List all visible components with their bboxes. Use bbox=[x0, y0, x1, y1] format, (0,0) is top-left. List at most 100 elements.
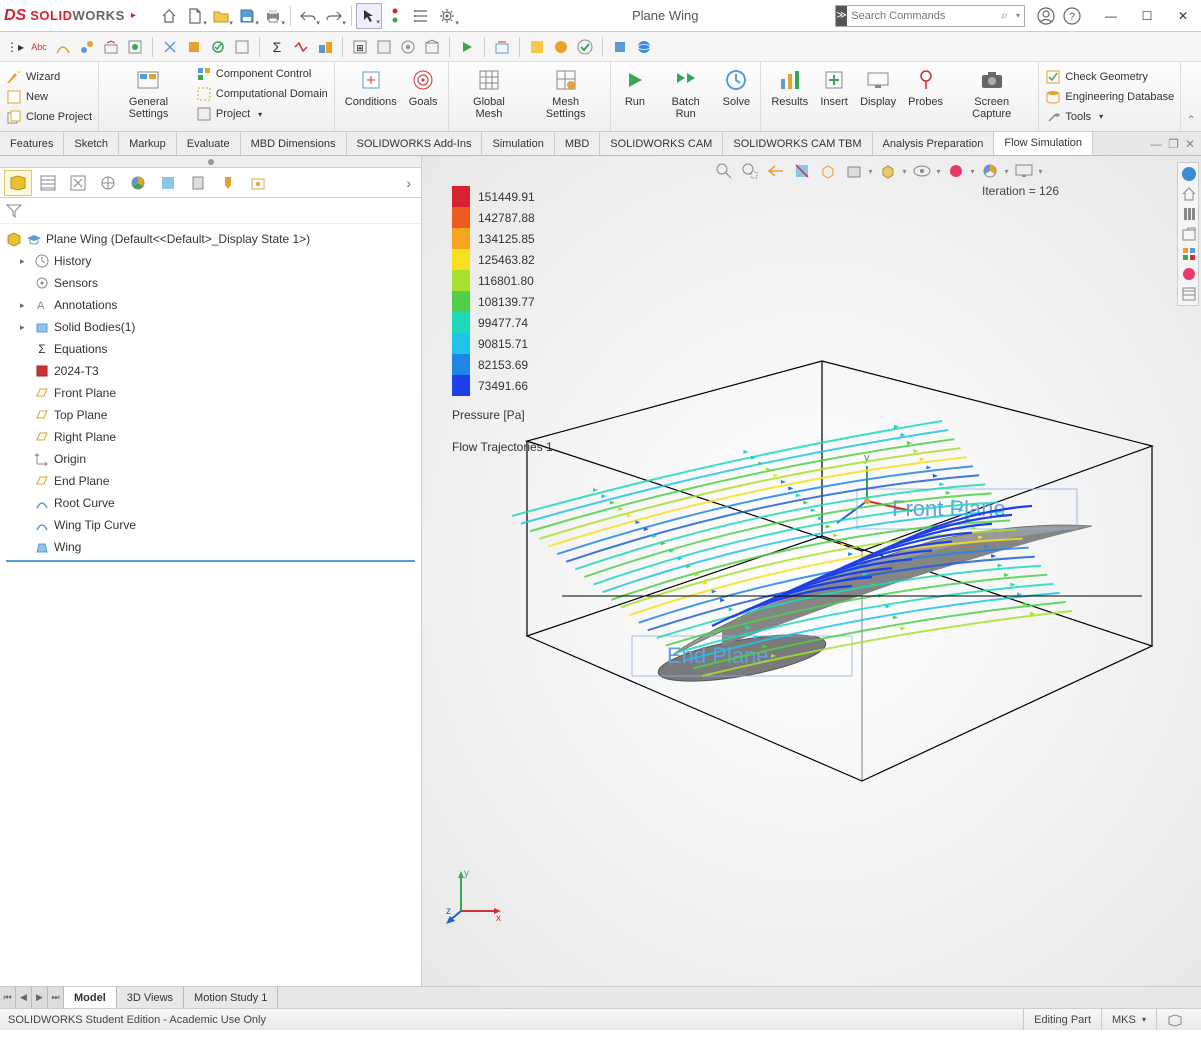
qt-icon[interactable] bbox=[491, 36, 513, 58]
qt-icon[interactable] bbox=[76, 36, 98, 58]
clone-project-button[interactable]: Clone Project bbox=[6, 107, 92, 127]
maximize-button[interactable]: ☐ bbox=[1133, 3, 1161, 29]
library-icon[interactable] bbox=[1180, 205, 1198, 223]
results-button[interactable]: Results bbox=[767, 64, 812, 110]
qt-icon[interactable] bbox=[124, 36, 146, 58]
gear-icon[interactable] bbox=[434, 3, 460, 29]
new-button[interactable]: New bbox=[6, 87, 92, 107]
tree-tabs-overflow-icon[interactable]: › bbox=[400, 175, 417, 191]
user-icon[interactable] bbox=[1033, 3, 1059, 29]
zoom-area-icon[interactable] bbox=[738, 160, 760, 182]
tree-tab-feature-icon[interactable] bbox=[4, 170, 32, 196]
tab-cam-tbm[interactable]: SOLIDWORKS CAM TBM bbox=[723, 132, 872, 155]
qt-icon[interactable] bbox=[159, 36, 181, 58]
graphics-viewport[interactable]: ▾ ▾ ▾ ▾ ▾ ▾ Iteration = 126 151449.91142… bbox=[422, 156, 1201, 986]
global-mesh-button[interactable]: Global Mesh bbox=[455, 64, 524, 122]
tree-tab-icon[interactable] bbox=[154, 170, 182, 196]
doc-close-icon[interactable]: ✕ bbox=[1185, 137, 1195, 151]
display-button[interactable]: Display bbox=[856, 64, 900, 110]
search-dropdown-icon[interactable]: ▾ bbox=[1012, 11, 1024, 20]
component-control-button[interactable]: Component Control bbox=[196, 64, 328, 84]
undo-icon[interactable] bbox=[295, 3, 321, 29]
open-file-icon[interactable] bbox=[208, 3, 234, 29]
hide-show-icon[interactable] bbox=[876, 160, 898, 182]
search-box[interactable]: ≫ ⌕ ▾ bbox=[835, 5, 1025, 27]
new-file-icon[interactable] bbox=[182, 3, 208, 29]
tree-item-top-plane[interactable]: Top Plane bbox=[2, 404, 419, 426]
tab-evaluate[interactable]: Evaluate bbox=[177, 132, 241, 155]
solve-button[interactable]: Solve bbox=[718, 64, 754, 110]
close-button[interactable]: ✕ bbox=[1169, 3, 1197, 29]
screen-capture-button[interactable]: Screen Capture bbox=[951, 64, 1032, 122]
bottom-tab-model[interactable]: Model bbox=[64, 987, 117, 1008]
tree-tab-property-icon[interactable] bbox=[34, 170, 62, 196]
tree-item-wing-tip-curve[interactable]: Wing Tip Curve bbox=[2, 514, 419, 536]
qt-icon[interactable] bbox=[290, 36, 312, 58]
render-icon[interactable] bbox=[1013, 160, 1035, 182]
tree-item-history[interactable]: ▸History bbox=[2, 250, 419, 272]
qt-icon[interactable] bbox=[100, 36, 122, 58]
qt-globe-icon[interactable] bbox=[633, 36, 655, 58]
appearance-icon[interactable] bbox=[945, 160, 967, 182]
appearance-ball-icon[interactable] bbox=[1180, 265, 1198, 283]
batch-run-button[interactable]: Batch Run bbox=[657, 64, 714, 122]
home-icon[interactable] bbox=[1180, 185, 1198, 203]
tab-mbd[interactable]: MBD bbox=[555, 132, 600, 155]
engineering-database-button[interactable]: Engineering Database bbox=[1045, 87, 1174, 107]
tab-addins[interactable]: SOLIDWORKS Add-Ins bbox=[347, 132, 483, 155]
qt-icon[interactable]: ⋮▸ bbox=[4, 36, 26, 58]
tab-features[interactable]: Features bbox=[0, 132, 64, 155]
doc-minimize-icon[interactable]: — bbox=[1150, 137, 1162, 151]
computational-domain-button[interactable]: Computational Domain bbox=[196, 84, 328, 104]
qt-icon[interactable]: ⊞ bbox=[349, 36, 371, 58]
probes-button[interactable]: Probes bbox=[904, 64, 947, 110]
ribbon-collapse-icon[interactable]: ⌃ bbox=[1181, 62, 1201, 131]
tree-tab-icon[interactable] bbox=[184, 170, 212, 196]
tab-markup[interactable]: Markup bbox=[119, 132, 177, 155]
qt-check-icon[interactable] bbox=[574, 36, 596, 58]
tab-analysis-prep[interactable]: Analysis Preparation bbox=[873, 132, 995, 155]
qt-icon[interactable] bbox=[231, 36, 253, 58]
tab-sketch[interactable]: Sketch bbox=[64, 132, 119, 155]
tree-item-annotations[interactable]: ▸AAnnotations bbox=[2, 294, 419, 316]
qt-icon[interactable] bbox=[397, 36, 419, 58]
section-view-icon[interactable] bbox=[790, 160, 812, 182]
qt-icon[interactable] bbox=[207, 36, 229, 58]
view-palette-icon[interactable] bbox=[1180, 245, 1198, 263]
bottom-tab-motion-study[interactable]: Motion Study 1 bbox=[184, 987, 278, 1008]
save-icon[interactable] bbox=[234, 3, 260, 29]
qt-icon[interactable] bbox=[526, 36, 548, 58]
tree-item-wing[interactable]: Wing bbox=[2, 536, 419, 558]
general-settings-button[interactable]: General Settings bbox=[105, 64, 192, 122]
redo-icon[interactable] bbox=[321, 3, 347, 29]
list-icon[interactable] bbox=[408, 3, 434, 29]
display-style-icon[interactable] bbox=[842, 160, 864, 182]
zoom-fit-icon[interactable] bbox=[712, 160, 734, 182]
home-icon[interactable] bbox=[156, 3, 182, 29]
conditions-button[interactable]: Conditions bbox=[341, 64, 401, 110]
print-icon[interactable] bbox=[260, 3, 286, 29]
qt-run-icon[interactable] bbox=[456, 36, 478, 58]
status-units[interactable]: MKS ▾ bbox=[1101, 1009, 1156, 1030]
run-button[interactable]: Run bbox=[617, 64, 653, 110]
tree-item-front-plane[interactable]: Front Plane bbox=[2, 382, 419, 404]
mesh-settings-button[interactable]: Mesh Settings bbox=[527, 64, 604, 122]
qt-icon[interactable] bbox=[421, 36, 443, 58]
tab-mbd-dimensions[interactable]: MBD Dimensions bbox=[241, 132, 347, 155]
tree-item-end-plane[interactable]: End Plane bbox=[2, 470, 419, 492]
tree-tab-appearance-icon[interactable] bbox=[124, 170, 152, 196]
scene-icon[interactable] bbox=[979, 160, 1001, 182]
qt-sigma-icon[interactable]: Σ bbox=[266, 36, 288, 58]
view-orient-icon[interactable] bbox=[816, 160, 838, 182]
search-input[interactable] bbox=[847, 10, 997, 22]
goals-button[interactable]: Goals bbox=[405, 64, 442, 110]
select-icon[interactable] bbox=[356, 3, 382, 29]
globe-icon[interactable] bbox=[1180, 165, 1198, 183]
tree-tab-icon[interactable] bbox=[214, 170, 242, 196]
traffic-light-icon[interactable] bbox=[382, 3, 408, 29]
qt-abc-icon[interactable]: Abc bbox=[28, 36, 50, 58]
check-geometry-button[interactable]: Check Geometry bbox=[1045, 67, 1174, 87]
eye-icon[interactable] bbox=[911, 160, 933, 182]
tree-rollback-bar[interactable] bbox=[6, 560, 415, 562]
tree-item-equations[interactable]: ΣEquations bbox=[2, 338, 419, 360]
